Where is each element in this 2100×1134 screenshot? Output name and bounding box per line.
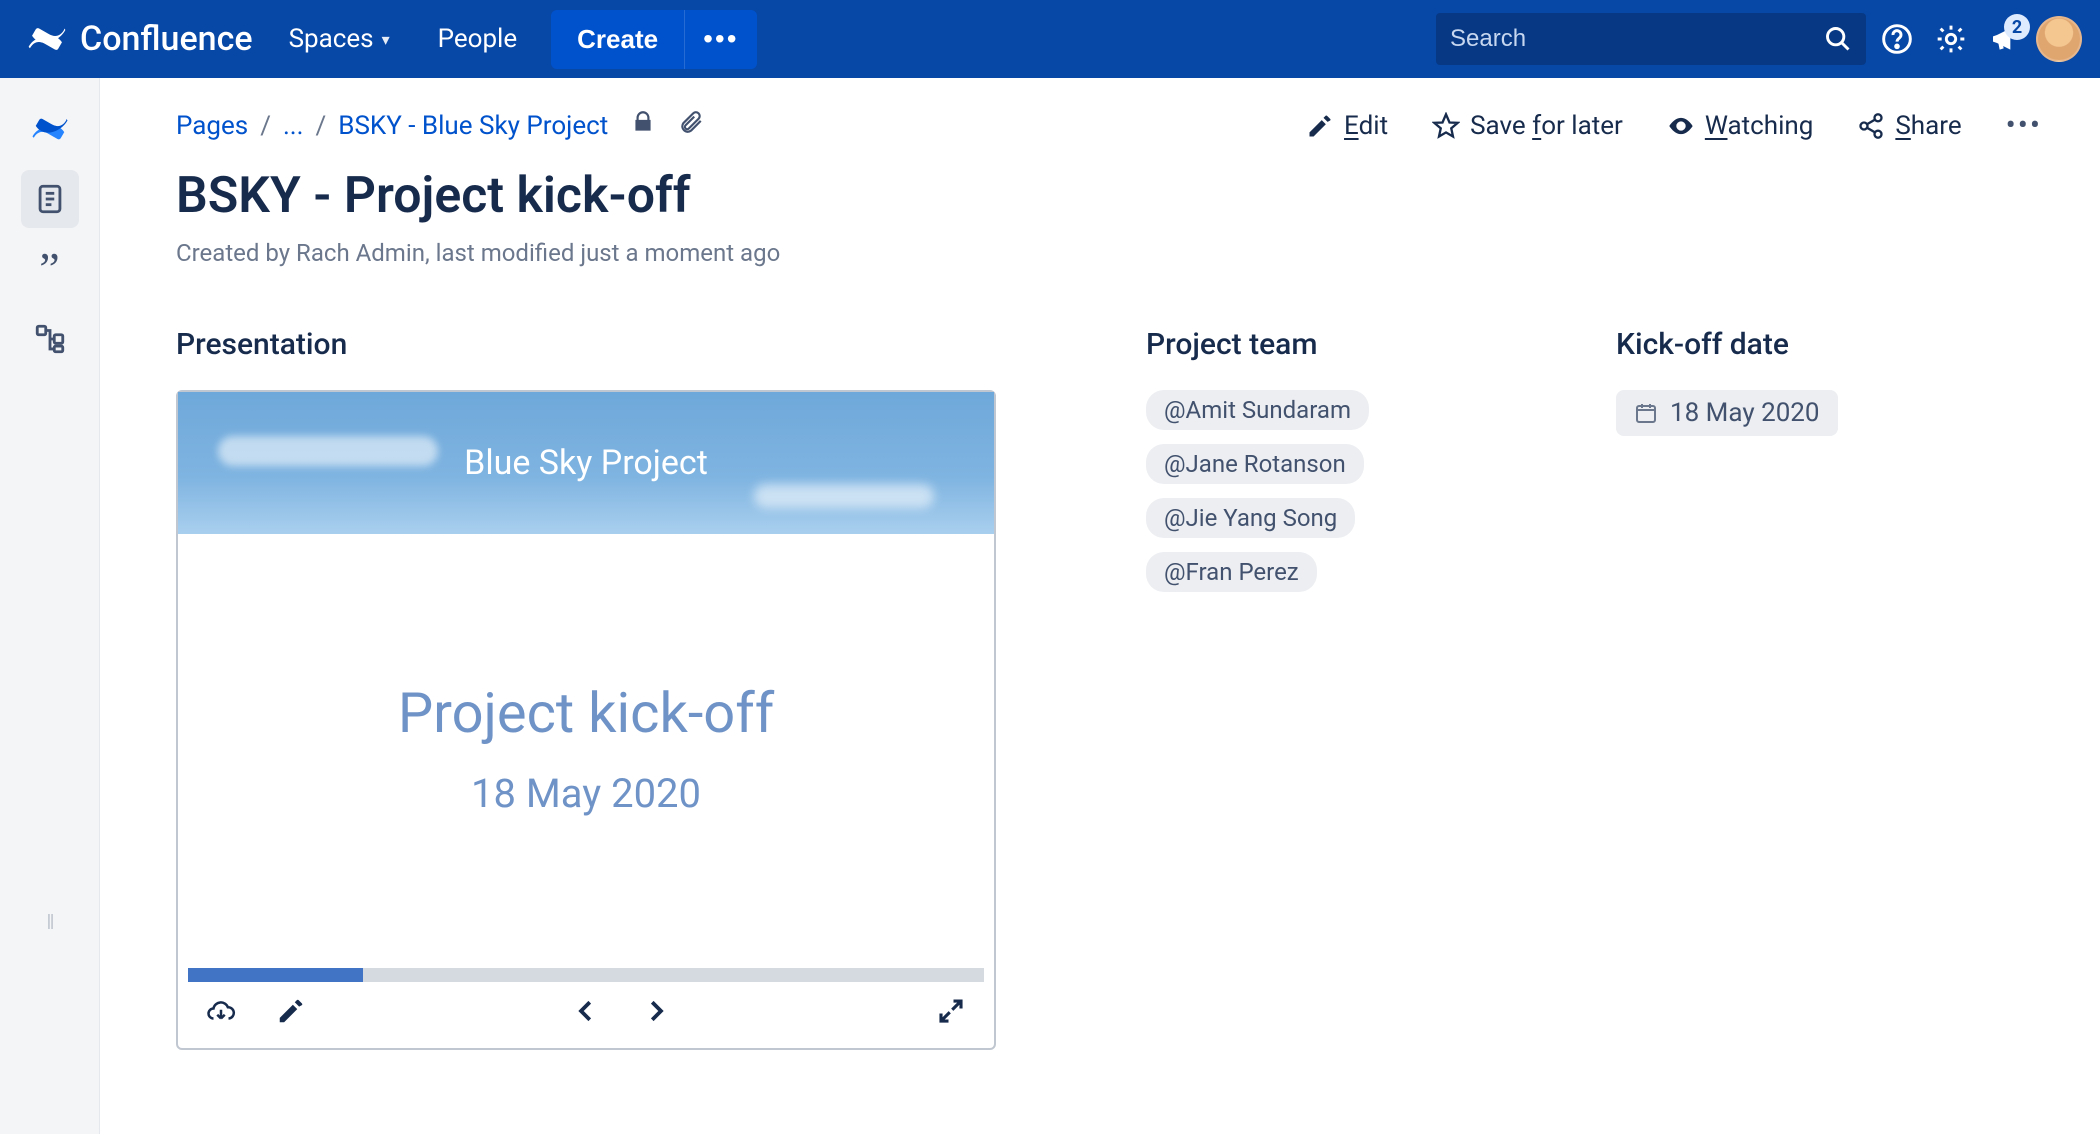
- team-heading: Project team: [1146, 327, 1476, 362]
- create-more-button[interactable]: •••: [684, 10, 756, 69]
- pencil-icon: [1306, 112, 1334, 140]
- brand-name: Confluence: [80, 19, 253, 59]
- nav-spaces[interactable]: Spaces ▾: [269, 14, 410, 64]
- create-button[interactable]: Create: [551, 10, 684, 69]
- page-title: BSKY - Project kick-off: [176, 167, 2042, 225]
- nav-spaces-label: Spaces: [289, 24, 374, 54]
- fullscreen-button[interactable]: [936, 996, 966, 1030]
- expand-icon: [936, 996, 966, 1026]
- user-avatar[interactable]: [2036, 16, 2082, 62]
- quote-icon: ”: [39, 246, 59, 292]
- team-member[interactable]: @Jie Yang Song: [1146, 498, 1355, 538]
- download-button[interactable]: [206, 996, 236, 1030]
- search-icon: [1824, 25, 1852, 53]
- slide-date: 18 May 2020: [471, 770, 701, 817]
- brand-logo[interactable]: Confluence: [18, 18, 261, 60]
- presentation-progress[interactable]: [188, 968, 984, 982]
- watching-button[interactable]: Watching: [1667, 111, 1814, 141]
- confluence-mark-icon: [30, 109, 70, 149]
- team-member[interactable]: @Fran Perez: [1146, 552, 1317, 592]
- notification-count: 2: [2004, 14, 2030, 40]
- settings-button[interactable]: [1928, 16, 1974, 62]
- team-member[interactable]: @Jane Rotanson: [1146, 444, 1364, 484]
- page-meta: Created by Rach Admin, last modified jus…: [176, 239, 2042, 267]
- kickoff-heading: Kick-off date: [1616, 327, 1926, 362]
- kickoff-date-text: 18 May 2020: [1670, 398, 1820, 428]
- share-label: Share: [1895, 111, 1961, 141]
- breadcrumb-ellipsis[interactable]: ...: [283, 111, 304, 141]
- chevron-left-icon: [571, 996, 601, 1026]
- confluence-icon: [26, 18, 68, 60]
- restrictions-icon[interactable]: [630, 109, 656, 142]
- watching-label: Watching: [1705, 111, 1814, 141]
- breadcrumb-parent[interactable]: BSKY - Blue Sky Project: [338, 111, 608, 141]
- rail-blog[interactable]: ”: [21, 240, 79, 298]
- more-actions-button[interactable]: •••: [2006, 108, 2042, 143]
- create-group: Create •••: [551, 10, 756, 69]
- presentation-heading: Presentation: [176, 327, 1006, 362]
- page-icon: [33, 182, 67, 216]
- team-member[interactable]: @Amit Sundaram: [1146, 390, 1369, 430]
- chevron-down-icon: ▾: [382, 30, 390, 49]
- nav-people[interactable]: People: [418, 14, 538, 64]
- presentation-card: Blue Sky Project Project kick-off 18 May…: [176, 390, 996, 1050]
- edit-slide-button[interactable]: [276, 996, 306, 1030]
- gear-icon: [1935, 23, 1967, 55]
- help-button[interactable]: [1874, 16, 1920, 62]
- save-for-later-button[interactable]: Save for later: [1432, 111, 1623, 141]
- rail-confluence[interactable]: [21, 100, 79, 158]
- slide-title: Project kick-off: [398, 680, 774, 746]
- presentation-slide[interactable]: Blue Sky Project Project kick-off 18 May…: [178, 392, 994, 962]
- chevron-right-icon: [641, 996, 671, 1026]
- eye-icon: [1667, 112, 1695, 140]
- notifications-button[interactable]: 2: [1982, 16, 2028, 62]
- next-slide-button[interactable]: [641, 996, 671, 1030]
- presentation-toolbar: [178, 982, 994, 1048]
- search-field[interactable]: [1436, 13, 1866, 65]
- breadcrumb: Pages / ... / BSKY - Blue Sky Project: [176, 109, 704, 142]
- page-actions: Edit Save for later Watching Share •••: [1306, 108, 2042, 143]
- slide-header-image: Blue Sky Project: [178, 392, 994, 534]
- download-cloud-icon: [206, 996, 236, 1026]
- left-rail: ” ‖: [0, 78, 100, 1134]
- tree-icon: [33, 322, 67, 356]
- calendar-icon: [1634, 401, 1658, 425]
- star-icon: [1432, 112, 1460, 140]
- prev-slide-button[interactable]: [571, 996, 601, 1030]
- kickoff-date[interactable]: 18 May 2020: [1616, 390, 1838, 436]
- share-icon: [1857, 112, 1885, 140]
- save-label: Save for later: [1470, 111, 1623, 141]
- breadcrumb-pages[interactable]: Pages: [176, 111, 248, 141]
- breadcrumb-sep: /: [316, 111, 327, 141]
- edit-button[interactable]: Edit: [1306, 111, 1388, 141]
- nav-people-label: People: [438, 24, 518, 54]
- attachments-icon[interactable]: [678, 109, 704, 142]
- rail-tree[interactable]: [21, 310, 79, 368]
- rail-collapse-grip[interactable]: ‖: [46, 910, 52, 935]
- top-nav: Confluence Spaces ▾ People Create ••• 2: [0, 0, 2100, 78]
- pencil-icon: [276, 996, 306, 1026]
- help-icon: [1881, 23, 1913, 55]
- rail-pages[interactable]: [21, 170, 79, 228]
- slide-header-title: Blue Sky Project: [464, 443, 708, 483]
- edit-label: Edit: [1344, 111, 1388, 141]
- breadcrumb-sep: /: [260, 111, 271, 141]
- search-input[interactable]: [1450, 25, 1816, 53]
- share-button[interactable]: Share: [1857, 111, 1961, 141]
